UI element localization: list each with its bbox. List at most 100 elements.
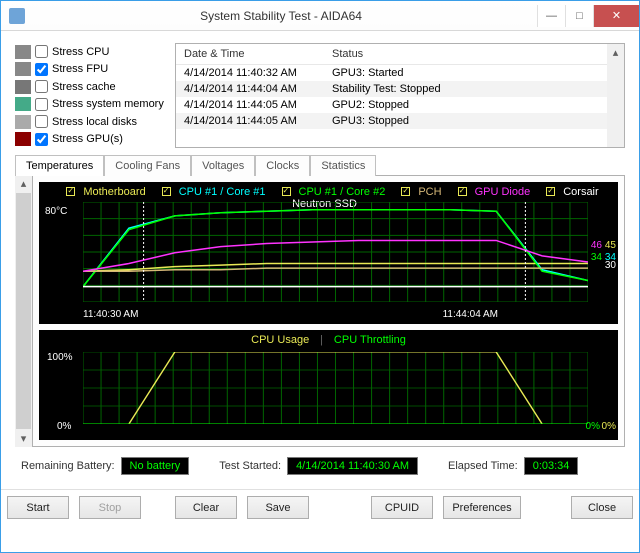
legend-checkbox[interactable] (458, 187, 467, 196)
titlebar: System Stability Test - AIDA64 — □ ✕ (1, 1, 639, 31)
log-cell-status: GPU3: Stopped (332, 115, 409, 127)
cpu-usage-chart: CPU Usage | CPU Throttling 100% 0% 0%0% (39, 330, 618, 440)
disk-icon (15, 115, 31, 129)
legend-label: PCH (418, 186, 441, 198)
log-row[interactable]: 4/14/2014 11:44:04 AMStability Test: Sto… (176, 81, 624, 97)
log-cell-date: 4/14/2014 11:44:04 AM (184, 83, 332, 95)
log-cell-date: 4/14/2014 11:40:32 AM (184, 67, 332, 79)
legend-checkbox[interactable] (282, 187, 291, 196)
scroll-down-icon[interactable]: ▾ (15, 430, 32, 447)
stress-label: Stress CPU (52, 46, 109, 58)
tab-clocks[interactable]: Clocks (255, 155, 310, 176)
fpu-icon (15, 62, 31, 76)
end-label: 34 (591, 252, 602, 263)
end-label: 46 (591, 240, 602, 251)
log-cell-status: Stability Test: Stopped (332, 83, 441, 95)
stress-label: Stress local disks (52, 116, 137, 128)
stress-item: Stress GPU(s) (15, 131, 165, 149)
stress-label: Stress system memory (52, 98, 164, 110)
log-panel: Date & Time Status 4/14/2014 11:40:32 AM… (175, 43, 625, 148)
stress-checkbox[interactable] (35, 63, 48, 76)
stop-button[interactable]: Stop (79, 496, 141, 519)
cpu-icon (15, 45, 31, 59)
log-cell-status: GPU3: Started (332, 67, 404, 79)
temperature-chart: Motherboard CPU #1 / Core #1 CPU #1 / Core… (39, 182, 618, 324)
app-icon (9, 8, 25, 24)
close-button[interactable]: Close (571, 496, 633, 519)
preferences-button[interactable]: Preferences (443, 496, 521, 519)
legend-cpu-throttling: CPU Throttling (334, 334, 406, 346)
stress-item: Stress local disks (15, 113, 165, 131)
stress-item: Stress cache (15, 78, 165, 96)
gpu-icon (15, 132, 31, 146)
legend-label: CPU #1 / Core #1 (179, 186, 266, 198)
status-row: Remaining Battery: No battery Test Start… (15, 447, 625, 481)
log-row[interactable]: 4/14/2014 11:40:32 AMGPU3: Started (176, 65, 624, 81)
log-row[interactable]: 4/14/2014 11:44:05 AMGPU3: Stopped (176, 113, 624, 129)
elapsed-label: Elapsed Time: (448, 460, 518, 472)
legend-checkbox[interactable] (546, 187, 555, 196)
chart2-y-100: 100% (47, 352, 73, 363)
stress-item: Stress FPU (15, 61, 165, 79)
scroll-up-icon[interactable]: ▴ (15, 175, 32, 192)
cpuid-button[interactable]: CPUID (371, 496, 433, 519)
stress-checkbox[interactable] (35, 115, 48, 128)
scroll-up-icon[interactable]: ▴ (607, 44, 624, 61)
minimize-button[interactable]: — (537, 5, 565, 27)
clear-button[interactable]: Clear (175, 496, 237, 519)
chart1-x-start: 11:40:30 AM (83, 309, 138, 320)
legend-checkbox[interactable] (66, 187, 75, 196)
stress-checkbox[interactable] (35, 98, 48, 111)
legend-checkbox[interactable] (401, 187, 410, 196)
log-header-status[interactable]: Status (332, 48, 363, 60)
legend-label: Motherboard (83, 186, 145, 198)
battery-label: Remaining Battery: (21, 460, 115, 472)
end-label: 45 (605, 240, 616, 251)
stress-item: Stress system memory (15, 96, 165, 114)
close-window-button[interactable]: ✕ (593, 5, 639, 27)
legend-cpu-usage: CPU Usage (251, 334, 309, 346)
button-row: Start Stop Clear Save CPUID Preferences … (1, 489, 639, 525)
stress-label: Stress GPU(s) (52, 133, 123, 145)
chart-v-scrollbar[interactable]: ▴ ▾ (15, 175, 32, 447)
tab-statistics[interactable]: Statistics (310, 155, 376, 176)
stress-item: Stress CPU (15, 43, 165, 61)
end-label: 0% (602, 421, 616, 432)
stress-options-list: Stress CPU Stress FPU Stress cache Stress s… (15, 43, 165, 148)
battery-value: No battery (121, 457, 190, 475)
stress-checkbox[interactable] (35, 45, 48, 58)
test-started-value: 4/14/2014 11:40:30 AM (287, 457, 418, 475)
test-started-label: Test Started: (219, 460, 281, 472)
save-button[interactable]: Save (247, 496, 309, 519)
log-cell-status: GPU2: Stopped (332, 99, 409, 111)
stress-label: Stress FPU (52, 63, 108, 75)
stress-label: Stress cache (52, 81, 116, 93)
log-body: 4/14/2014 11:40:32 AMGPU3: Started4/14/2… (176, 65, 624, 129)
chart-area: Motherboard CPU #1 / Core #1 CPU #1 / Core… (32, 175, 625, 447)
log-scrollbar[interactable]: ▴ (607, 44, 624, 147)
start-button[interactable]: Start (7, 496, 69, 519)
log-header-date[interactable]: Date & Time (184, 48, 332, 60)
log-cell-date: 4/14/2014 11:44:05 AM (184, 99, 332, 111)
log-cell-date: 4/14/2014 11:44:05 AM (184, 115, 332, 127)
tab-cooling-fans[interactable]: Cooling Fans (104, 155, 191, 176)
chart2-y-0: 0% (57, 421, 71, 432)
chart1-x-end: 11:44:04 AM (443, 309, 498, 320)
tab-temperatures[interactable]: Temperatures (15, 155, 104, 176)
legend-label: CPU #1 / Core #2 (299, 186, 386, 198)
end-label: 30 (605, 260, 616, 271)
chart2-legend: CPU Usage | CPU Throttling (39, 330, 618, 348)
chart1-y-tick: 80°C (45, 206, 67, 217)
tab-bar: TemperaturesCooling FansVoltagesClocksSt… (15, 154, 625, 175)
legend-checkbox[interactable] (162, 187, 171, 196)
stress-checkbox[interactable] (35, 80, 48, 93)
mem-icon (15, 97, 31, 111)
cache-icon (15, 80, 31, 94)
log-row[interactable]: 4/14/2014 11:44:05 AMGPU2: Stopped (176, 97, 624, 113)
stress-checkbox[interactable] (35, 133, 48, 146)
maximize-button[interactable]: □ (565, 5, 593, 27)
end-label: 0% (586, 421, 600, 432)
window-title: System Stability Test - AIDA64 (25, 9, 537, 23)
tab-voltages[interactable]: Voltages (191, 155, 255, 176)
elapsed-value: 0:03:34 (524, 457, 579, 475)
